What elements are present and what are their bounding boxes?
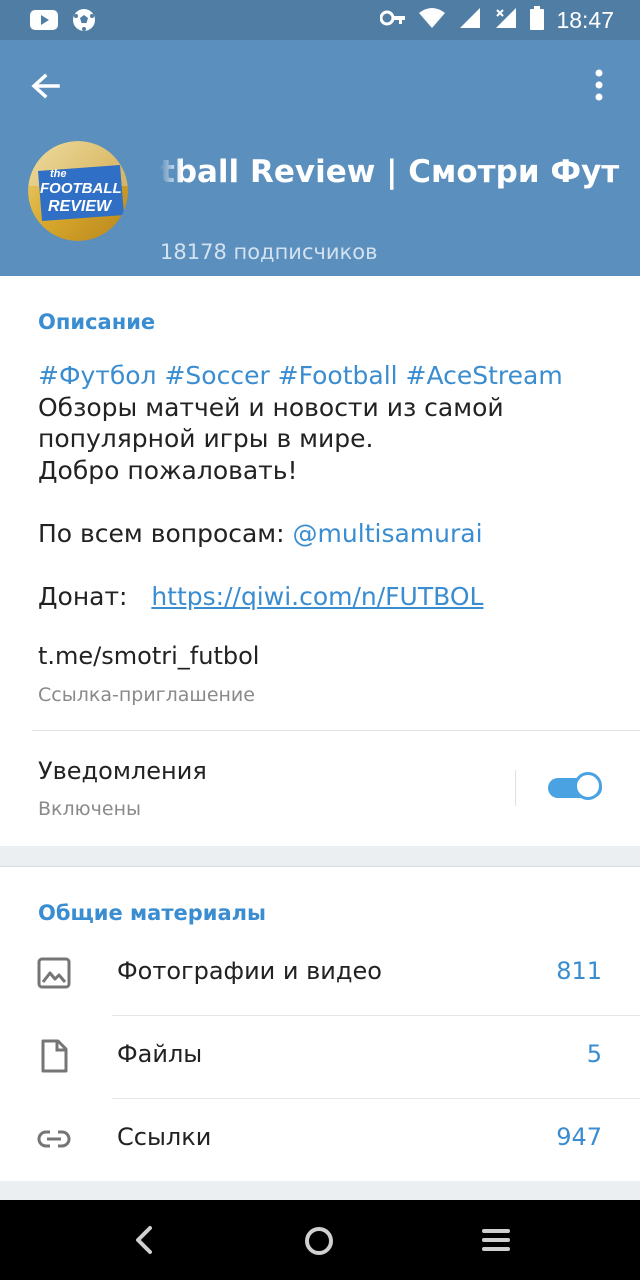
recents-icon bbox=[482, 1229, 510, 1251]
questions-handle-link[interactable]: @multisamurai bbox=[293, 519, 483, 548]
media-row-photos[interactable]: Фотографии и видео 811 bbox=[0, 933, 640, 1015]
back-button[interactable] bbox=[26, 66, 66, 106]
youtube-icon bbox=[30, 10, 58, 35]
divider bbox=[32, 730, 640, 731]
notifications-status: Включены bbox=[38, 798, 141, 820]
channel-title-text: tball Review | Смотри Футбол. bbox=[160, 154, 620, 190]
notifications-separator bbox=[515, 770, 516, 806]
media-row-files[interactable]: Файлы 5 bbox=[0, 1016, 640, 1098]
no-signal-icon bbox=[494, 6, 518, 35]
questions-line: По всем вопросам: @multisamurai bbox=[38, 518, 618, 550]
chevron-left-icon bbox=[136, 1226, 152, 1254]
channel-header: the FOOTBALL REVIEW tball Review | Смотр… bbox=[0, 40, 640, 276]
channel-title: tball Review | Смотри Футбол. bbox=[160, 154, 620, 196]
hashtags[interactable]: #Футбол #Soccer #Football #AceStream bbox=[38, 360, 618, 392]
key-icon bbox=[379, 10, 406, 31]
nav-home-button[interactable] bbox=[300, 1222, 338, 1260]
media-row-count: 947 bbox=[556, 1123, 602, 1151]
description-line-3: Добро пожаловать! bbox=[38, 455, 298, 485]
toggle-knob bbox=[574, 772, 602, 800]
soccer-ball-icon bbox=[72, 8, 96, 37]
svg-text:the: the bbox=[50, 168, 67, 180]
donate-line: Донат: https://qiwi.com/n/FUTBOL bbox=[38, 581, 618, 613]
donate-prefix: Донат: bbox=[38, 581, 128, 611]
more-vert-icon bbox=[595, 69, 603, 101]
subscriber-count: 18178 подписчиков bbox=[160, 240, 378, 264]
svg-text:REVIEW: REVIEW bbox=[48, 198, 113, 215]
description-text: #Футбол #Soccer #Football #AceStream Обз… bbox=[38, 360, 618, 612]
media-row-links[interactable]: Ссылки 947 bbox=[0, 1099, 640, 1181]
media-row-label: Фотографии и видео bbox=[117, 957, 382, 985]
back-arrow-icon bbox=[31, 73, 60, 99]
photo-icon bbox=[36, 955, 72, 991]
battery-icon bbox=[530, 6, 545, 35]
media-row-label: Ссылки bbox=[117, 1123, 212, 1151]
svg-text:FOOTBALL: FOOTBALL bbox=[40, 180, 122, 197]
shared-media-title: Общие материалы bbox=[38, 901, 267, 925]
media-row-count: 811 bbox=[556, 957, 602, 985]
home-circle-icon bbox=[305, 1227, 333, 1255]
file-icon bbox=[36, 1038, 72, 1074]
media-row-label: Файлы bbox=[117, 1040, 203, 1068]
description-title: Описание bbox=[38, 310, 156, 334]
invite-link-caption: Ссылка-приглашение bbox=[38, 684, 255, 706]
channel-avatar[interactable]: the FOOTBALL REVIEW bbox=[28, 141, 128, 241]
status-bar: 18:47 bbox=[0, 0, 640, 40]
description-line-1: Обзоры матчей и новости из самой bbox=[38, 392, 504, 422]
link-icon bbox=[36, 1121, 72, 1157]
wifi-icon bbox=[418, 7, 446, 34]
status-time: 18:47 bbox=[556, 7, 614, 33]
notifications-label[interactable]: Уведомления bbox=[38, 757, 207, 785]
nav-recents-button[interactable] bbox=[478, 1224, 514, 1256]
notifications-toggle[interactable] bbox=[548, 771, 606, 805]
nav-back-button[interactable] bbox=[128, 1222, 160, 1258]
signal-icon bbox=[458, 6, 482, 35]
invite-link[interactable]: t.me/smotri_futbol bbox=[38, 642, 259, 670]
system-navigation-bar bbox=[0, 1200, 640, 1280]
description-line-2: популярной игры в мире. bbox=[38, 424, 374, 453]
more-options-button[interactable] bbox=[584, 66, 614, 106]
info-card: Описание #Футбол #Soccer #Football #AceS… bbox=[0, 276, 640, 846]
questions-prefix: По всем вопросам: bbox=[38, 518, 293, 548]
shared-media-card: Общие материалы Фотографии и видео 811 Ф… bbox=[0, 866, 640, 1181]
donate-link[interactable]: https://qiwi.com/n/FUTBOL bbox=[151, 582, 483, 611]
title-fade bbox=[160, 154, 182, 196]
media-row-count: 5 bbox=[586, 1040, 602, 1068]
